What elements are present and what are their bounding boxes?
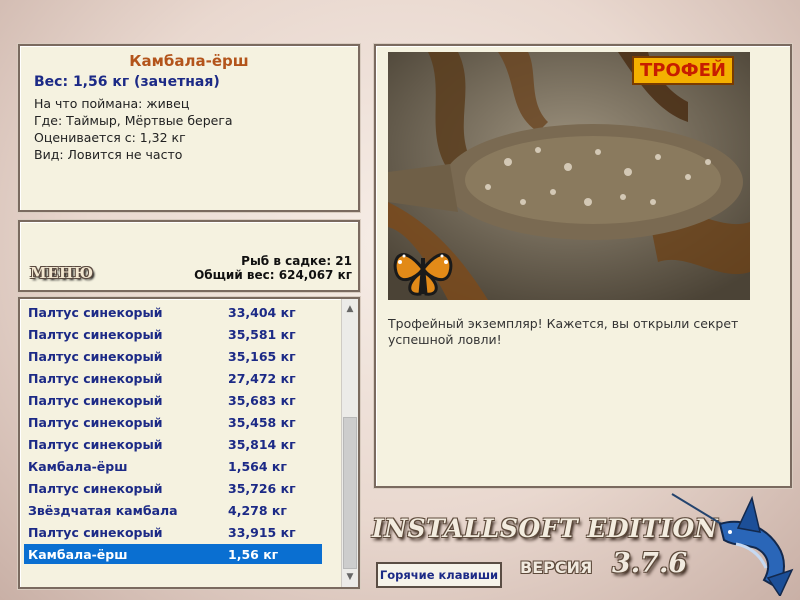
catch-row[interactable]: Палтус синекорый 35,814 кг <box>24 434 322 454</box>
stats-panel: МЕНЮ Рыб в садке: 21 Общий вес: 624,067 … <box>18 220 360 292</box>
catch-row[interactable]: Палтус синекорый 33,404 кг <box>24 302 322 322</box>
catch-fish-weight: 1,56 кг <box>228 547 279 562</box>
fish-info-panel: Камбала-ёрш Вес: 1,56 кг (зачетная) На ч… <box>18 44 360 212</box>
catch-row[interactable]: Палтус синекорый 33,915 кг <box>24 522 322 542</box>
catch-fish-name: Камбала-ёрш <box>28 547 128 562</box>
fish-weight: Вес: 1,56 кг (зачетная) <box>34 74 220 90</box>
catch-fish-weight: 35,581 кг <box>228 327 296 342</box>
catch-fish-name: Камбала-ёрш <box>28 459 128 474</box>
result-message: Трофейный экземпляр! Кажется, вы открыли… <box>388 316 739 347</box>
menu-button[interactable]: МЕНЮ <box>30 264 94 282</box>
fish-photo-image <box>388 52 750 300</box>
catch-fish-weight: 27,472 кг <box>228 371 296 386</box>
catch-fish-name: Звёздчатая камбала <box>28 503 178 518</box>
catch-fish-weight: 33,915 кг <box>228 525 296 540</box>
scroll-up-arrow-icon[interactable]: ▲ <box>342 301 358 317</box>
catch-row[interactable]: Палтус синекорый 35,683 кг <box>24 390 322 410</box>
total-weight: Общий вес: 624,067 кг <box>194 268 352 282</box>
catch-row[interactable]: Камбала-ёрш 1,56 кг <box>24 544 322 564</box>
fish-name: Камбала-ёрш <box>129 52 249 70</box>
fish-price: Оценивается с: 1,32 кг <box>34 130 186 145</box>
marlin-logo-icon <box>671 493 794 596</box>
fish-photo: ТРОФЕЙ <box>388 52 750 300</box>
catch-fish-name: Палтус синекорый <box>28 371 163 386</box>
catch-row[interactable]: Палтус синекорый 35,458 кг <box>24 412 322 432</box>
catch-fish-name: Палтус синекорый <box>28 415 163 430</box>
version-label: ВЕРСИЯ <box>520 558 593 577</box>
catch-row[interactable]: Звёздчатая камбала 4,278 кг <box>24 500 322 520</box>
fish-kind: Вид: Ловится не часто <box>34 147 183 162</box>
catch-row[interactable]: Камбала-ёрш 1,564 кг <box>24 456 322 476</box>
scrollbar[interactable]: ▲ ▼ <box>341 299 358 587</box>
catch-row[interactable]: Палтус синекорый 35,165 кг <box>24 346 322 366</box>
catch-fish-name: Палтус синекорый <box>28 349 163 364</box>
catch-fish-weight: 1,564 кг <box>228 459 287 474</box>
photo-panel: ТРОФЕЙ Трофейный экземпляр! Кажется, вы … <box>374 44 792 488</box>
catch-fish-name: Палтус синекорый <box>28 305 163 320</box>
catch-fish-name: Палтус синекорый <box>28 327 163 342</box>
catch-fish-weight: 35,726 кг <box>228 481 296 496</box>
catch-fish-name: Палтус синекорый <box>28 525 163 540</box>
hotkeys-button[interactable]: Горячие клавиши <box>376 562 502 588</box>
fish-count: Рыб в садке: 21 <box>241 254 352 268</box>
catch-fish-weight: 33,404 кг <box>228 305 296 320</box>
fish-place: Где: Таймыр, Мёртвые берега <box>34 113 233 128</box>
catch-list[interactable]: Палтус синекорый 33,404 кг Палтус синекоры… <box>18 297 360 589</box>
catch-row[interactable]: Палтус синекорый 35,726 кг <box>24 478 322 498</box>
catch-fish-weight: 35,458 кг <box>228 415 296 430</box>
trophy-badge: ТРОФЕЙ <box>632 56 734 85</box>
catch-fish-weight: 4,278 кг <box>228 503 287 518</box>
catch-row[interactable]: Палтус синекорый 27,472 кг <box>24 368 322 388</box>
catch-fish-name: Палтус синекорый <box>28 393 163 408</box>
brand-title: INSTALLSOFT EDITION <box>372 514 719 543</box>
scroll-down-arrow-icon[interactable]: ▼ <box>342 569 358 585</box>
catch-fish-weight: 35,683 кг <box>228 393 296 408</box>
catch-fish-weight: 35,165 кг <box>228 349 296 364</box>
fish-bait: На что поймана: живец <box>34 96 190 111</box>
catch-fish-name: Палтус синекорый <box>28 481 163 496</box>
catch-row[interactable]: Палтус синекорый 35,581 кг <box>24 324 322 344</box>
scroll-thumb[interactable] <box>343 417 357 569</box>
catch-fish-name: Палтус синекорый <box>28 437 163 452</box>
catch-fish-weight: 35,814 кг <box>228 437 296 452</box>
